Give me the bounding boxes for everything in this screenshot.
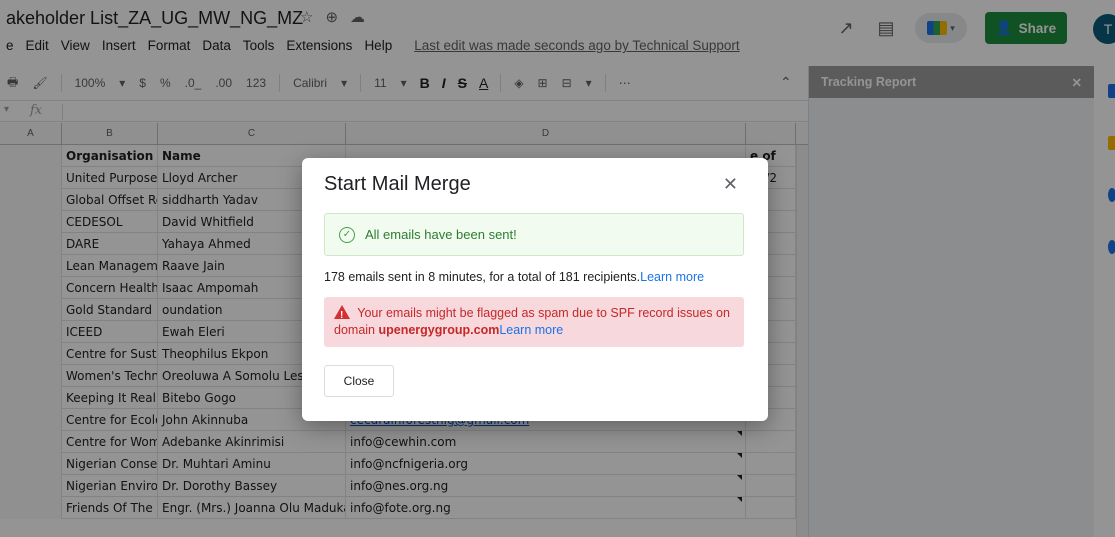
check-circle-icon: ✓ [339, 226, 355, 243]
spam-warning-alert: ! Your emails might be flagged as spam d… [324, 297, 744, 347]
close-button[interactable]: Close [324, 365, 394, 397]
success-alert: ✓ All emails have been sent! [324, 213, 744, 256]
success-message: All emails have been sent! [365, 227, 517, 242]
close-icon[interactable]: ✕ [723, 174, 738, 195]
warning-domain: upenergygroup.com [378, 323, 500, 337]
warning-learn-more-link[interactable]: Learn more [499, 323, 563, 337]
dialog-title: Start Mail Merge [324, 173, 471, 195]
warning-icon: ! [334, 305, 350, 321]
mail-merge-dialog: Start Mail Merge ✕ ✓ All emails have bee… [302, 158, 768, 421]
summary-text: 178 emails sent in 8 minutes, for a tota… [324, 270, 641, 284]
learn-more-link[interactable]: Learn more [640, 270, 704, 284]
send-summary: 178 emails sent in 8 minutes, for a tota… [324, 270, 704, 284]
